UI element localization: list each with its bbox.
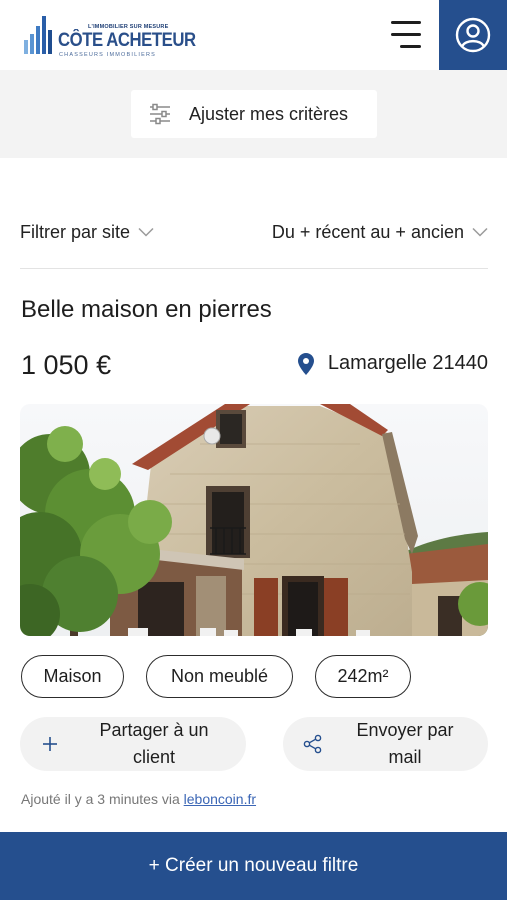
user-circle-icon [455,17,491,53]
mail-label: Envoyer par mail [339,717,471,771]
sort-label: Du + récent au + ancien [271,221,464,242]
location-text: Lamargelle 21440 [327,352,488,374]
source-link[interactable]: leboncoin.fr [184,791,256,807]
adjust-criteria-label: Ajuster mes critères [189,103,349,124]
tag-property-type: Maison [21,655,124,698]
site-filter-label: Filtrer par site [20,221,131,242]
sliders-icon [150,103,170,125]
hamburger-icon [391,21,421,48]
share-icon [303,734,322,754]
share-label: Partager à un client [82,717,226,771]
adjust-criteria-button[interactable]: Ajuster mes critères [131,90,377,138]
plus-icon [43,737,57,751]
listing-price: 1 050 € [21,350,112,380]
share-with-client-button[interactable]: Partager à un client [20,717,246,771]
sort-dropdown[interactable]: Du + récent au + ancien [272,212,488,252]
create-filter-button[interactable]: + Créer un nouveau filtre [0,832,507,900]
logo-subtitle: CHASSEURS IMMOBILIERS [59,52,157,58]
added-info: Ajouté il y a 3 minutes via leboncoin.fr [21,791,256,807]
tag-furnishing: Non meublé [146,655,293,698]
site-filter-dropdown[interactable]: Filtrer par site [20,212,154,252]
logo-name: CÔTE ACHETEUR [58,30,196,51]
mail-label-line2: mail [388,747,422,767]
filter-bar: Filtrer par site Du + récent au + ancien [20,212,488,252]
chevron-down-icon [138,227,154,237]
account-button[interactable] [439,0,507,70]
mail-label-line1: Envoyer par [356,720,454,740]
added-text: Ajouté il y a 3 minutes via [21,791,180,807]
listing-title[interactable]: Belle maison en pierres [21,296,272,324]
logo-bars-icon [24,16,52,54]
chevron-down-icon [472,227,488,237]
brand-logo[interactable]: L'IMMOBILIER SUR MESURE CÔTE ACHETEUR CH… [22,10,196,62]
menu-button[interactable] [384,14,426,56]
divider [20,268,488,269]
send-by-mail-button[interactable]: Envoyer par mail [283,717,488,771]
share-label-line2: client [132,747,176,767]
app-header: L'IMMOBILIER SUR MESURE CÔTE ACHETEUR CH… [0,0,507,70]
tag-surface: 242m² [315,655,411,698]
share-label-line1: Partager à un [99,720,209,740]
house-photo [20,404,488,636]
page: L'IMMOBILIER SUR MESURE CÔTE ACHETEUR CH… [0,0,507,900]
listing-photo[interactable] [20,404,488,636]
listing-location: Lamargelle 21440 [297,352,488,375]
map-pin-icon [297,352,314,375]
create-filter-label: + Créer un nouveau filtre [148,855,359,876]
criteria-section: Ajuster mes critères [0,70,507,158]
